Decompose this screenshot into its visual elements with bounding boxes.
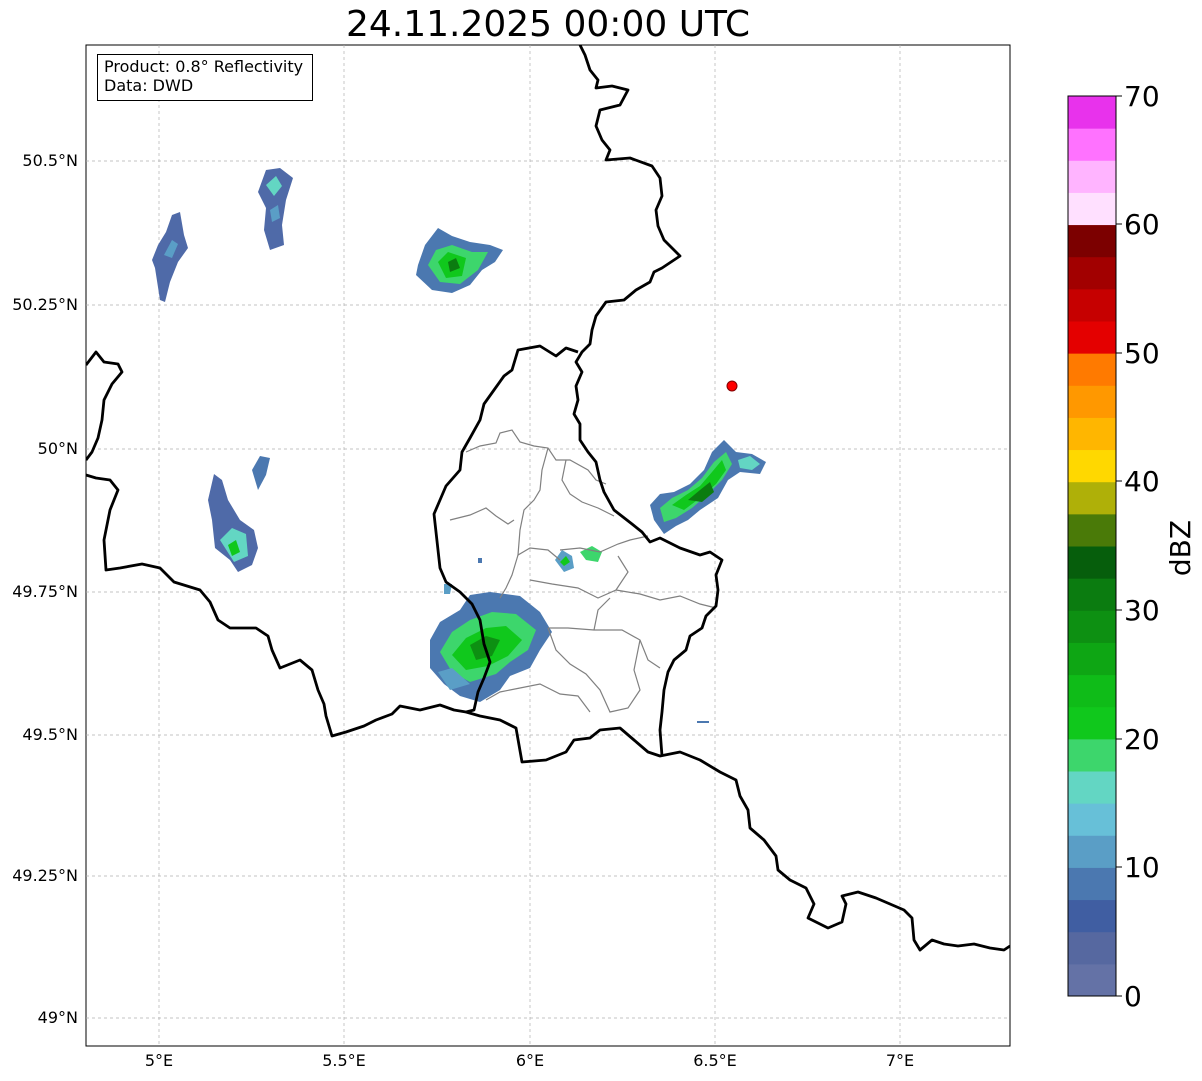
lon-tick-label: 5.5°E — [322, 1051, 366, 1070]
colorbar-tick-label: 0 — [1124, 980, 1142, 1013]
lat-tick-label: 50°N — [38, 439, 78, 458]
lat-tick-label: 50.5°N — [22, 151, 78, 170]
colorbar-segment — [1068, 963, 1116, 997]
location-marker[interactable] — [726, 380, 738, 392]
colorbar-segment — [1068, 224, 1116, 258]
colorbar-tick-label: 60 — [1124, 208, 1160, 241]
colorbar-tick-label: 50 — [1124, 337, 1160, 370]
colorbar-segment — [1068, 128, 1116, 161]
lat-tick-label: 49°N — [38, 1008, 78, 1027]
colorbar-segment — [1068, 867, 1116, 901]
lat-tick-label: 49.25°N — [12, 866, 78, 885]
colorbar-segment — [1068, 803, 1116, 836]
colorbar-tick-label: 10 — [1124, 851, 1160, 884]
colorbar-segment — [1068, 192, 1116, 226]
data-source-label: Data: DWD — [104, 76, 194, 95]
colorbar-segment — [1068, 321, 1116, 354]
product-info-box: Product: 0.8° Reflectivity Data: DWD — [97, 54, 313, 101]
product-label: Product: 0.8° Reflectivity — [104, 57, 304, 76]
lon-tick-label: 6°E — [516, 1051, 544, 1070]
lon-tick-label: 7°E — [886, 1051, 914, 1070]
colorbar-segment — [1068, 642, 1116, 676]
colorbar-segment — [1068, 96, 1116, 129]
colorbar-segment — [1068, 353, 1116, 386]
lat-tick-label: 49.5°N — [22, 725, 78, 744]
lat-tick-label: 49.75°N — [12, 582, 78, 601]
colorbar-segment — [1068, 578, 1116, 611]
lat-tick-label: 50.25°N — [12, 295, 78, 314]
echo-speck-southeast — [697, 721, 709, 723]
lon-tick-label: 6.5°E — [693, 1051, 737, 1070]
colorbar-tick-label: 40 — [1124, 465, 1160, 498]
colorbar-segment — [1068, 417, 1116, 451]
lon-tick-labels: 5°E 5.5°E 6°E 6.5°E 7°E — [145, 1051, 914, 1070]
lon-tick-label: 5°E — [145, 1051, 173, 1070]
colorbar-tick-label: 30 — [1124, 594, 1160, 627]
colorbar-segment — [1068, 449, 1116, 483]
colorbar-segment — [1068, 835, 1116, 868]
colorbar-segment — [1068, 546, 1116, 579]
colorbar-segment — [1068, 288, 1116, 322]
colorbar-ticks: 0 10 20 30 40 50 60 70 — [1116, 80, 1160, 1013]
colorbar-segment — [1068, 160, 1116, 193]
colorbar-tick-label: 20 — [1124, 723, 1160, 756]
colorbar — [1067, 95, 1117, 997]
colorbar-segment — [1068, 706, 1116, 740]
radar-map-figure: 50.5°N 50.25°N 50°N 49.75°N 49.5°N 49.25… — [12, 44, 1197, 1070]
colorbar-segment — [1068, 513, 1116, 547]
colorbar-segment — [1068, 385, 1116, 418]
echo-speck-center — [478, 558, 482, 563]
colorbar-segment — [1068, 899, 1116, 933]
colorbar-segment — [1068, 610, 1116, 643]
colorbar-segment — [1068, 674, 1116, 708]
colorbar-label: dBZ — [1164, 520, 1197, 576]
colorbar-segment — [1068, 771, 1116, 804]
colorbar-segment — [1068, 256, 1116, 290]
colorbar-segment — [1068, 931, 1116, 965]
colorbar-segment — [1068, 481, 1116, 515]
colorbar-tick-label: 70 — [1124, 80, 1160, 113]
lat-tick-labels: 50.5°N 50.25°N 50°N 49.75°N 49.5°N 49.25… — [12, 151, 78, 1027]
colorbar-segment — [1068, 738, 1116, 772]
